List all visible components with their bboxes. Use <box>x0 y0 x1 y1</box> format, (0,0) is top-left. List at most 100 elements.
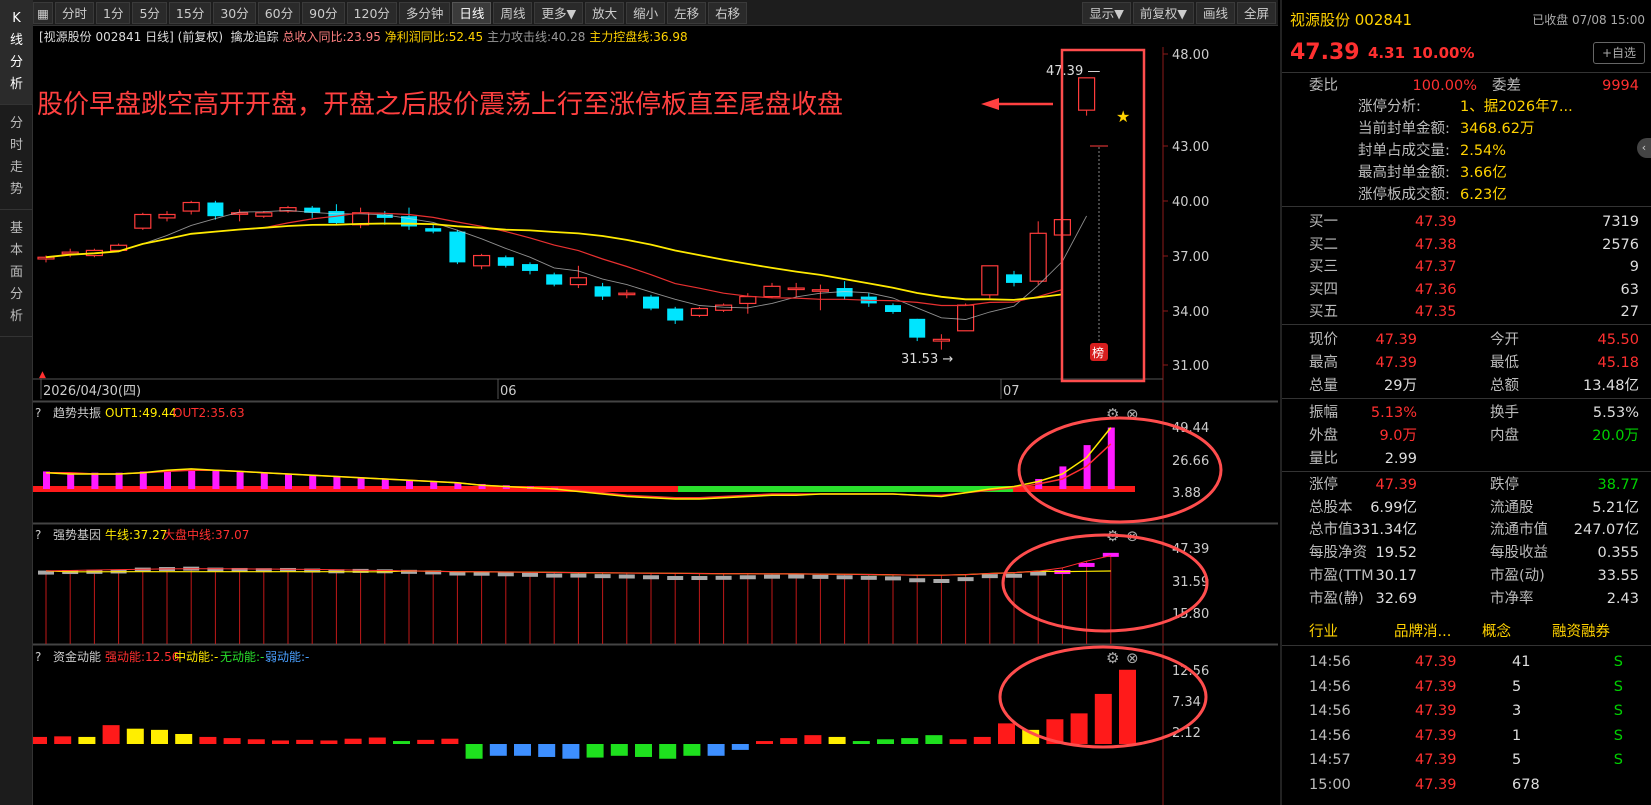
collapse-arrow-icon[interactable]: ‹ <box>1637 138 1651 158</box>
bid-price: 47.35 <box>1415 304 1457 320</box>
sidebar-fundamental-tab[interactable]: 基本面分析 <box>0 210 33 337</box>
quote-label: 每股收益 <box>1490 545 1548 562</box>
period-button-14[interactable]: 左移 <box>667 1 707 24</box>
chart-area[interactable]: 48.00 43.00 40.00 37.00 34.00 31.00 2026/04/30… <box>33 47 1278 805</box>
period-buttons: 分时 1分 5分 15分 30分 60分 90分 120分 多分钟 日线 周线 更多▼ 放大 缩小 左移 右移 <box>55 1 749 24</box>
info-tab-1[interactable]: 品牌消... <box>1394 620 1451 644</box>
tick-volume: 678 <box>1512 776 1540 793</box>
quote-row: 总股本 6.99亿 流通股 5.21亿 <box>1282 496 1651 520</box>
fund-bar <box>296 739 314 744</box>
grid-icon[interactable]: ▦ <box>33 1 53 24</box>
period-button-1[interactable]: 1分 <box>96 1 131 24</box>
bid-row[interactable]: 买二 47.38 2576 <box>1282 233 1651 257</box>
trend-bar <box>406 480 413 489</box>
period-button-7[interactable]: 120分 <box>346 1 397 24</box>
help-icon[interactable]: ? <box>35 650 41 664</box>
quote-panel: 视源股份 002841 已收盘 07/08 15:00 47.39 4.31 1… <box>1280 0 1651 805</box>
sidebar-char: 基 <box>9 221 23 236</box>
quote-row: 最高 47.39 最低 45.18 <box>1282 351 1651 375</box>
fund-bar <box>731 744 749 750</box>
quote-label: 流通股 <box>1490 499 1534 516</box>
quote-label: 最高 <box>1309 354 1338 371</box>
fund-bar <box>102 725 120 744</box>
period-button-12[interactable]: 放大 <box>585 1 625 24</box>
quote-value: 13.48亿 <box>1582 377 1639 394</box>
rank-badge-text: 榜 <box>1092 345 1104 360</box>
candle-body-down <box>594 286 611 297</box>
period-button-11[interactable]: 更多▼ <box>534 1 584 24</box>
period-button-4[interactable]: 30分 <box>213 1 256 24</box>
view-button-1[interactable]: 前复权▼ <box>1132 1 1194 24</box>
quote-value: 47.39 <box>1375 354 1417 371</box>
limit-label: 当前封单金额: <box>1358 121 1450 137</box>
quote-row: 现价 47.39 今开 45.50 <box>1282 328 1651 352</box>
fund-bar <box>199 736 217 744</box>
ma20-line <box>45 222 1063 301</box>
fund-bar <box>223 738 241 744</box>
period-button-6[interactable]: 90分 <box>302 1 345 24</box>
period-button-2[interactable]: 5分 <box>132 1 167 24</box>
quote-label: 今开 <box>1490 332 1519 348</box>
fund-bar <box>538 744 556 757</box>
view-button-3[interactable]: 全屏 <box>1236 1 1276 24</box>
quote-value: 19.52 <box>1375 545 1417 562</box>
add-watchlist-button[interactable]: +自选 <box>1592 42 1645 64</box>
settings-gear-icon[interactable]: ⚙ <box>1106 405 1119 423</box>
bid-row[interactable]: 买四 47.36 63 <box>1282 278 1651 302</box>
tick-price: 47.39 <box>1415 752 1457 768</box>
fund-bar <box>707 744 725 756</box>
quote-label: 外盘 <box>1309 428 1338 445</box>
period-button-15[interactable]: 右移 <box>708 1 748 24</box>
x-tick-label: 2026/04/30(四) <box>43 384 141 399</box>
trend-bar <box>67 472 75 489</box>
close-icon[interactable]: ⊗ <box>1126 405 1139 423</box>
close-icon[interactable]: ⊗ <box>1126 649 1139 667</box>
period-button-0[interactable]: 分时 <box>55 1 95 24</box>
trend-bar <box>357 477 365 489</box>
bid-row[interactable]: 买三 47.37 9 <box>1282 255 1651 279</box>
quote-label: 内盘 <box>1490 428 1519 445</box>
period-button-3[interactable]: 15分 <box>168 1 212 24</box>
quote-value: 9.0万 <box>1379 428 1417 445</box>
info-tab-3[interactable]: 融资融券 <box>1552 620 1610 644</box>
sidebar-char: 分 <box>9 116 23 131</box>
tick-row: 15:00 47.39 678 <box>1282 773 1651 797</box>
panel1-out2: OUT2:35.63 <box>173 406 245 420</box>
help-icon[interactable]: ? <box>35 528 41 542</box>
tick-volume: 1 <box>1512 727 1522 744</box>
help-icon[interactable]: ? <box>35 406 41 420</box>
sidebar-kline-tab[interactable]: K线分析 <box>0 0 33 105</box>
candle-body-up <box>690 307 709 316</box>
gene-marker <box>860 575 877 580</box>
sidebar-timeshare-tab[interactable]: 分时走势 <box>0 105 33 210</box>
quote-label: 每股净资 <box>1309 545 1367 562</box>
info-tab-0[interactable]: 行业 <box>1309 620 1338 644</box>
info-tab-2[interactable]: 概念 <box>1482 620 1511 644</box>
quote-value: 32.69 <box>1375 590 1417 607</box>
p1-tick-label: 26.66 <box>1172 454 1209 469</box>
period-button-10[interactable]: 周线 <box>493 1 533 24</box>
quote-row: 外盘 9.0万 内盘 20.0万 <box>1282 424 1651 448</box>
period-button-13[interactable]: 缩小 <box>626 1 666 24</box>
view-button-2[interactable]: 画线 <box>1195 1 1235 24</box>
bid-row[interactable]: 买一 47.39 7319 <box>1282 210 1651 234</box>
gene-marker <box>1102 552 1119 557</box>
view-button-0[interactable]: 显示▼ <box>1082 1 1131 24</box>
gene-marker <box>1078 562 1095 567</box>
fund-bar <box>804 735 822 744</box>
fund-bar <box>610 744 628 756</box>
settings-gear-icon[interactable]: ⚙ <box>1106 649 1119 667</box>
gene-marker <box>836 575 853 580</box>
left-sidebar: K线分析 分时走势 基本面分析 <box>0 0 33 805</box>
fund-bar <box>368 737 386 744</box>
bid-row[interactable]: 买五 47.35 27 <box>1282 300 1651 324</box>
candle-body-up <box>739 295 757 305</box>
limit-label: 涨停分析: <box>1358 99 1421 115</box>
price-change-pct: 10.00% <box>1412 44 1475 62</box>
market-status: 已收盘 07/08 15:00 <box>1532 13 1645 27</box>
bid-volume: 7319 <box>1602 214 1639 230</box>
period-button-8[interactable]: 多分钟 <box>398 1 451 24</box>
candle-body-up <box>473 254 491 267</box>
period-button-9[interactable]: 日线 <box>452 1 492 24</box>
period-button-5[interactable]: 60分 <box>257 1 301 24</box>
